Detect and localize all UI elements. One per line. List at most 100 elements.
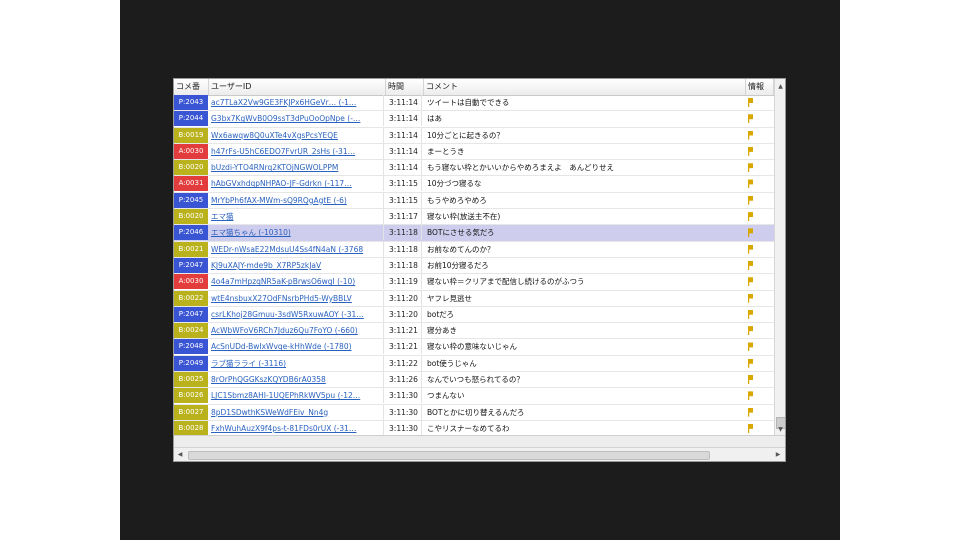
header-uid[interactable]: ユーザーID: [209, 79, 386, 95]
user-id-link[interactable]: wtE4nsbuxX27OdFNsrbPHd5-WyBBLV: [209, 290, 384, 306]
header-comment[interactable]: コメント: [424, 79, 746, 95]
triangle-left-icon[interactable]: ◀: [174, 448, 186, 461]
header-num[interactable]: コメ番: [174, 79, 209, 95]
table-row[interactable]: B:0021 WEDr-nWsaE22MdsuU4Ss4fN4aN (-3768 3…: [174, 241, 774, 258]
user-id-link[interactable]: AcSnUDd-BwIxWvqe-kHhWde (-1780): [209, 339, 384, 355]
table-row[interactable]: P:2045 MrYbPh6fAX-MWm-sQ9RQgAgtE (-6) 3:11…: [174, 192, 774, 210]
triangle-down-icon[interactable]: ▼: [775, 424, 785, 435]
info-cell: [748, 144, 774, 159]
table-row[interactable]: B:0022 wtE4nsbuxX27OdFNsrbPHd5-WyBBLV 3:11…: [174, 290, 774, 307]
comment-time: 3:11:26: [386, 372, 422, 388]
comment-time: 3:11:20: [386, 306, 422, 322]
table-row[interactable]: P:2047 KJ9uXAJY-mde9b_X7RP5zkJaV 3:11:18 お前…: [174, 257, 774, 275]
user-id-link[interactable]: h47rFs-U5hC6EDO7FvrUR_2sHs (-31…: [209, 143, 384, 159]
user-id-link[interactable]: bUzdi-YTO4RNrq2KTOjNGWOLPPM: [209, 160, 384, 176]
comment-number-badge: P:2044: [174, 111, 208, 127]
comment-number-badge: P:2046: [174, 225, 208, 241]
user-id-link[interactable]: エマ猫ちゃん (-10310): [209, 225, 384, 241]
comment-text: 寝ない枠の意味ないじゃん: [427, 342, 517, 352]
user-id-link[interactable]: KJ9uXAJY-mde9b_X7RP5zkJaV: [209, 257, 384, 273]
info-cell: [748, 111, 774, 126]
info-cell: [748, 339, 774, 354]
comment-number-badge: P:2048: [174, 339, 208, 355]
user-id-link[interactable]: ラブ猫ラライ (-3116): [209, 355, 384, 371]
header-time[interactable]: 時間: [386, 79, 424, 95]
user-id-link[interactable]: hAbGVxhdqpNHPAO-JF-Gdrkn (-117…: [209, 176, 384, 192]
triangle-up-icon[interactable]: ▲: [775, 81, 785, 92]
info-cell: [748, 274, 774, 289]
user-id-link[interactable]: G3bx7KgWvB0O9ssT3dPuOoOpNpe (-…: [209, 111, 384, 127]
user-id-link[interactable]: 8pD1SDwthKSWeWdFEiv_Nn4g: [209, 404, 384, 420]
user-id-link[interactable]: 8rOrPhQGGKszKQYDB6rA0358: [209, 372, 384, 388]
comment-text: 寝ない枠＝クリアまで配信し続けるのがふつう: [427, 277, 585, 287]
table-row[interactable]: A:0030 h47rFs-U5hC6EDO7FvrUR_2sHs (-31… 3:…: [174, 143, 774, 161]
info-cell: [748, 128, 774, 143]
comment-time: 3:11:18: [386, 241, 422, 257]
user-id-link[interactable]: Wx6awqw8Q0uXTe4vXgsPcsYEQE: [209, 127, 384, 143]
info-cell: [748, 176, 774, 191]
table-row[interactable]: B:0025 8rOrPhQGGKszKQYDB6rA0358 3:11:26 なんで…: [174, 372, 774, 389]
info-cell: [748, 193, 774, 208]
comment-time: 3:11:21: [386, 323, 422, 339]
info-cell: [748, 372, 774, 387]
comment-number-badge: B:0020: [174, 209, 208, 225]
user-id-link[interactable]: csrLKhoj28Gmuu-3sdW5RxuwAOY (-31…: [209, 306, 384, 322]
table-row[interactable]: B:0020 bUzdi-YTO4RNrq2KTOjNGWOLPPM 3:11:14…: [174, 160, 774, 177]
comment-rows: P:2043 ac7TLaX2Vw9GE3FKJPx6HGeVr… (-1… 3:1…: [174, 95, 774, 435]
info-cell: [748, 95, 774, 110]
comment-time: 3:11:14: [386, 111, 422, 127]
comment-text: 10分づつ寝るな: [427, 179, 482, 189]
user-id-link[interactable]: ac7TLaX2Vw9GE3FKJPx6HGeVr… (-1…: [209, 95, 384, 110]
table-row[interactable]: P:2049 ラブ猫ラライ (-3116) 3:11:22 bot使うじゃん: [174, 355, 774, 373]
info-cell: [748, 421, 774, 435]
table-row[interactable]: P:2043 ac7TLaX2Vw9GE3FKJPx6HGeVr… (-1… 3:1…: [174, 95, 774, 112]
comment-text: もう寝ない枠とかいいからやめろまえよ あんどりせえ: [427, 163, 615, 173]
comment-number-badge: A:0031: [174, 176, 208, 192]
user-id-link[interactable]: WEDr-nWsaE22MdsuU4Ss4fN4aN (-3768: [209, 241, 384, 257]
table-row[interactable]: A:0030 4o4a7mHpzqNR5aK-pBrwsO6wgI (-10) 3:…: [174, 274, 774, 291]
user-id-link[interactable]: エマ猫: [209, 209, 384, 225]
table-row[interactable]: P:2047 csrLKhoj28Gmuu-3sdW5RxuwAOY (-31… 3…: [174, 306, 774, 324]
user-id-link[interactable]: 4o4a7mHpzqNR5aK-pBrwsO6wgI (-10): [209, 274, 384, 290]
table-row[interactable]: B:0024 AcWbWFoV6RCh7Jduz6Qu7FoYO (-660) 3:…: [174, 323, 774, 340]
comment-text: BOTとかに切り替えるんだろ: [427, 407, 525, 417]
user-id-link[interactable]: AcWbWFoV6RCh7Jduz6Qu7FoYO (-660): [209, 323, 384, 339]
table-row[interactable]: P:2046 エマ猫ちゃん (-10310) 3:11:18 BOTにさせる気だろ: [174, 225, 774, 242]
table-row[interactable]: P:2048 AcSnUDd-BwIxWvqe-kHhWde (-1780) 3:1…: [174, 339, 774, 356]
user-id-link[interactable]: MrYbPh6fAX-MWm-sQ9RQgAgtE (-6): [209, 192, 384, 208]
info-cell: [748, 405, 774, 420]
p-flag-icon: [748, 212, 753, 222]
comment-number-badge: B:0021: [174, 241, 208, 257]
p-flag-icon: [748, 326, 753, 336]
info-cell: [748, 291, 774, 306]
p-flag-icon: [748, 114, 753, 124]
table-row[interactable]: P:2044 G3bx7KgWvB0O9ssT3dPuOoOpNpe (-… 3:1…: [174, 111, 774, 128]
vertical-scrollbar[interactable]: ▲ ▼: [774, 79, 785, 435]
table-row[interactable]: B:0026 LJC1Sbmz8AHI-1UQEPhRkWV5pu (-12… 3:…: [174, 388, 774, 405]
comment-text: まーとうき: [427, 146, 465, 156]
horizontal-scroll-thumb[interactable]: [188, 451, 710, 460]
info-cell: [748, 209, 774, 224]
table-row[interactable]: A:0031 hAbGVxhdqpNHPAO-JF-Gdrkn (-117… 3:1…: [174, 176, 774, 193]
table-row[interactable]: B:0019 Wx6awqw8Q0uXTe4vXgsPcsYEQE 3:11:14 1…: [174, 127, 774, 144]
triangle-right-icon[interactable]: ▶: [772, 448, 784, 461]
comment-time: 3:11:30: [386, 404, 422, 420]
user-id-link[interactable]: LJC1Sbmz8AHI-1UQEPhRkWV5pu (-12…: [209, 388, 384, 404]
comment-text: botだろ: [427, 309, 454, 319]
comment-number-badge: B:0020: [174, 160, 208, 176]
info-cell: [748, 323, 774, 338]
comment-number-badge: A:0030: [174, 274, 208, 290]
header-info[interactable]: 情報: [746, 79, 774, 95]
letterbox-left: [0, 0, 120, 540]
p-flag-icon: [748, 358, 753, 368]
comment-time: 3:11:14: [386, 143, 422, 159]
table-row[interactable]: B:0027 8pD1SDwthKSWeWdFEiv_Nn4g 3:11:30 BOT…: [174, 404, 774, 421]
table-row[interactable]: B:0028 FxhWuhAuzX9f4ps-t-81FDs0rUX (-31… 3…: [174, 420, 774, 435]
table-row[interactable]: B:0020 エマ猫 3:11:17 寝ない枠(放送主不在): [174, 209, 774, 226]
comment-time: 3:11:14: [386, 127, 422, 143]
user-id-link[interactable]: FxhWuhAuzX9f4ps-t-81FDs0rUX (-31…: [209, 420, 384, 435]
p-flag-icon: [748, 309, 753, 319]
comment-time: 3:11:15: [386, 192, 422, 208]
horizontal-scrollbar[interactable]: ◀ ▶: [174, 447, 785, 461]
comment-text: こやリスナーなめてるわ: [427, 423, 510, 433]
